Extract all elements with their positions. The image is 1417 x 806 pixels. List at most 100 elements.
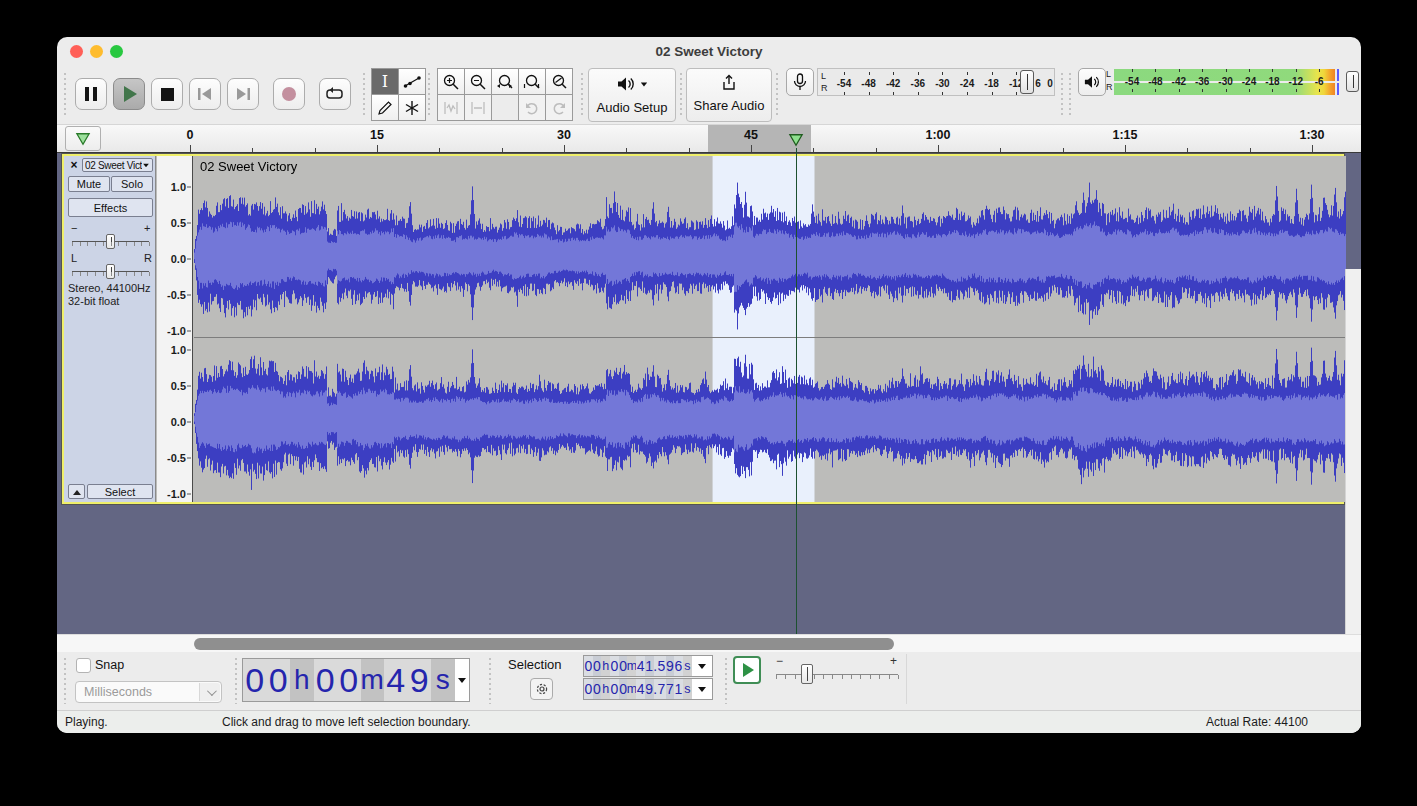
track-info-line2: 32-bit float bbox=[68, 295, 119, 307]
time-digit[interactable]: 9 bbox=[645, 679, 654, 699]
selection-settings-button[interactable] bbox=[530, 678, 553, 700]
playback-meter-grip1[interactable] bbox=[1061, 73, 1063, 117]
undo-button[interactable] bbox=[519, 95, 545, 120]
time-field-dropdown-icon[interactable] bbox=[698, 664, 706, 669]
time-digit[interactable]: 4 bbox=[384, 659, 408, 701]
vertical-ruler-label: 0.0 bbox=[171, 253, 186, 265]
snap-mode-combo[interactable]: Milliseconds bbox=[75, 681, 222, 703]
envelope-tool-button[interactable] bbox=[399, 69, 425, 94]
record-meter-grip[interactable] bbox=[776, 73, 778, 117]
playback-volume-slider[interactable] bbox=[1346, 71, 1359, 92]
record-level-slider[interactable] bbox=[1020, 70, 1034, 94]
speed-toolbar-grip[interactable] bbox=[725, 658, 727, 704]
share-audio-button[interactable]: Share Audio bbox=[686, 68, 772, 122]
draw-tool-button[interactable] bbox=[372, 95, 398, 120]
silence-audio-button[interactable] bbox=[465, 95, 491, 120]
tools-toolbar-grip[interactable] bbox=[363, 73, 365, 117]
record-meter-mic-button[interactable] bbox=[786, 68, 814, 96]
horizontal-scrollbar-thumb[interactable] bbox=[194, 638, 894, 650]
track-close-button[interactable]: × bbox=[67, 158, 81, 172]
zoom-in-button[interactable] bbox=[438, 69, 464, 94]
effects-button[interactable]: Effects bbox=[68, 198, 153, 217]
timeline-ruler[interactable]: 01530451:001:151:30 bbox=[57, 125, 1361, 153]
audio-setup-grip[interactable] bbox=[581, 73, 583, 117]
playhead-marker[interactable] bbox=[788, 133, 804, 147]
zoom-toggle-button[interactable] bbox=[546, 69, 572, 94]
edit-toolbar-grip[interactable] bbox=[428, 73, 430, 117]
collapse-track-button[interactable] bbox=[68, 484, 85, 499]
snap-mode-value: Milliseconds bbox=[84, 685, 152, 699]
time-digit[interactable]: 4 bbox=[636, 656, 645, 676]
mute-button[interactable]: Mute bbox=[68, 176, 110, 192]
speed-slider-thumb[interactable] bbox=[801, 664, 813, 684]
play-button[interactable] bbox=[113, 78, 145, 110]
playback-meter[interactable]: L R -54-48-42-36-30-24-18-12-6 bbox=[1106, 68, 1361, 96]
time-digit[interactable]: 0 bbox=[337, 659, 361, 701]
time-digit[interactable]: 0 bbox=[610, 679, 619, 699]
track-select-button[interactable]: Select bbox=[87, 484, 153, 499]
vertical-ruler[interactable]: 1.00.50.0-0.5-1.01.00.50.0-0.5-1.0 bbox=[157, 156, 193, 502]
pin-playhead-button[interactable] bbox=[65, 126, 101, 151]
time-unit: s bbox=[431, 659, 455, 701]
redo-button[interactable] bbox=[546, 95, 572, 120]
skip-to-start-button[interactable] bbox=[189, 78, 221, 110]
time-digit[interactable]: 0 bbox=[610, 656, 619, 676]
time-digit[interactable]: 9 bbox=[666, 656, 675, 676]
record-button[interactable] bbox=[273, 78, 305, 110]
track-title-menu[interactable]: 02 Sweet Vict bbox=[82, 158, 153, 172]
pause-button[interactable] bbox=[75, 78, 107, 110]
playback-meter-grip2[interactable] bbox=[1069, 73, 1071, 117]
transport-toolbar-grip[interactable] bbox=[64, 73, 66, 117]
time-digit[interactable]: 5 bbox=[657, 656, 666, 676]
meter-scale-label: -24 bbox=[960, 78, 974, 89]
solo-button[interactable]: Solo bbox=[111, 176, 153, 192]
speed-plus-label: + bbox=[890, 654, 897, 668]
time-field-dropdown-icon[interactable] bbox=[698, 687, 706, 692]
share-icon bbox=[719, 73, 739, 93]
time-digit[interactable]: 7 bbox=[657, 679, 666, 699]
combo-chevron-zone[interactable] bbox=[199, 683, 220, 701]
meter-scale-label: -12 bbox=[1289, 76, 1303, 87]
audio-setup-button[interactable]: Audio Setup bbox=[588, 68, 676, 122]
time-toolbar-grip[interactable] bbox=[235, 658, 237, 704]
horizontal-scrollbar[interactable] bbox=[57, 634, 1361, 652]
loop-button[interactable] bbox=[319, 78, 351, 110]
multi-tool-icon bbox=[404, 100, 420, 116]
time-digit[interactable]: 0 bbox=[593, 656, 602, 676]
time-digit[interactable]: 6 bbox=[674, 656, 683, 676]
waveform-display[interactable]: 02 Sweet Victory bbox=[194, 156, 1342, 502]
time-digit[interactable]: 0 bbox=[584, 656, 593, 676]
playback-meter-speaker-button[interactable] bbox=[1078, 68, 1106, 96]
playback-peak-hold-right bbox=[1337, 83, 1339, 95]
skip-to-end-button[interactable] bbox=[227, 78, 259, 110]
share-audio-grip[interactable] bbox=[680, 73, 682, 117]
stop-button[interactable] bbox=[151, 78, 183, 110]
selection-start-field[interactable]: 00h00m41.596s bbox=[583, 655, 713, 677]
fit-project-button[interactable] bbox=[519, 69, 545, 94]
time-digit[interactable]: 0 bbox=[593, 679, 602, 699]
time-digit[interactable]: 0 bbox=[314, 659, 338, 701]
snap-checkbox[interactable] bbox=[76, 658, 91, 673]
time-digit[interactable]: 0 bbox=[267, 659, 291, 701]
time-digit[interactable]: 4 bbox=[636, 679, 645, 699]
time-digit[interactable]: 1 bbox=[674, 679, 683, 699]
time-digit[interactable]: 0 bbox=[243, 659, 267, 701]
time-digit[interactable]: 1 bbox=[645, 656, 654, 676]
time-digit[interactable]: 9 bbox=[408, 659, 432, 701]
zoom-out-button[interactable] bbox=[465, 69, 491, 94]
zoom-selection-button[interactable] bbox=[492, 69, 518, 94]
multi-tool-button[interactable] bbox=[399, 95, 425, 120]
track-canvas-area[interactable]: × 02 Sweet Vict Mute Solo Effects − + L … bbox=[57, 153, 1361, 634]
snap-toolbar-grip[interactable] bbox=[64, 658, 66, 704]
audio-position-display[interactable]: 00h00m49s bbox=[242, 658, 470, 702]
selection-end-field[interactable]: 00h00m49.771s bbox=[583, 678, 713, 700]
selection-tool-button[interactable]: I bbox=[372, 69, 398, 94]
trim-audio-button[interactable] bbox=[438, 95, 464, 120]
selection-toolbar-grip[interactable] bbox=[489, 658, 491, 704]
time-digit[interactable]: 7 bbox=[666, 679, 675, 699]
redo-icon bbox=[551, 101, 567, 115]
time-digit[interactable]: 0 bbox=[584, 679, 593, 699]
record-meter[interactable]: L R -54-48-42-36-30-24-18-1260 bbox=[817, 68, 1055, 96]
time-field-dropdown-icon[interactable] bbox=[458, 678, 466, 683]
play-at-speed-button[interactable] bbox=[733, 656, 761, 684]
